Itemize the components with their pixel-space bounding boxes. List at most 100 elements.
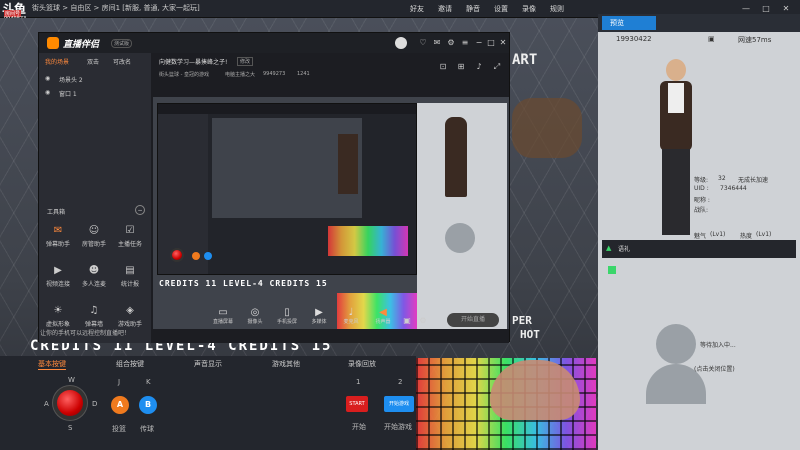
slot-2-label: 2 xyxy=(398,378,403,386)
scene-item-1[interactable]: 场景头 2 xyxy=(59,75,83,84)
network-icon: ▣ xyxy=(708,35,715,43)
popularity-label: 魅气 xyxy=(694,233,707,240)
bell-icon[interactable]: ♪ xyxy=(473,61,485,73)
chat-icon: ▲ xyxy=(606,244,612,252)
lock-icon[interactable]: ⊡ xyxy=(437,61,449,73)
avatar[interactable] xyxy=(395,37,407,49)
menu-friends[interactable]: 好友 xyxy=(410,4,424,14)
tool-phone-cast[interactable]: ▯ 手机投屏 xyxy=(275,307,299,325)
tool-speaker[interactable]: ◀ 扬声器 xyxy=(371,307,395,325)
app-title-bar: 直播伴侣 测试版 ♡ ✉ ⚙ ≡ − □ ✕ xyxy=(39,33,509,53)
settings-gear-icon[interactable]: ⚙ xyxy=(417,315,429,327)
tool-multi-mic[interactable]: ☻ 多人连麦 xyxy=(81,265,107,293)
tool-camera[interactable]: ◎ 摄像头 xyxy=(243,307,267,325)
joystick-button[interactable] xyxy=(57,390,83,416)
gift-icon: ✉ xyxy=(53,225,63,236)
eye-icon[interactable]: ◉ xyxy=(45,89,50,96)
tool-host-task[interactable]: ☑ 主播任务 xyxy=(117,225,143,253)
music-icon: ♫ xyxy=(89,305,99,316)
tab-basic-keys[interactable]: 基本按键 xyxy=(38,359,66,370)
level-label: 等级: xyxy=(694,177,709,184)
mail-icon[interactable]: ✉ xyxy=(431,37,443,49)
edit-title-button[interactable]: 修改 xyxy=(237,57,254,66)
game-art-text: ART xyxy=(512,52,538,68)
right-panel: 预览 19930422 ▣ 网速57ms 等级: 32 无成长加速 UID : … xyxy=(598,14,800,450)
scene-item-2[interactable]: 窗口 1 xyxy=(59,89,77,98)
menu-invite[interactable]: 邀请 xyxy=(438,4,452,14)
stream-title: 向健数学习—暴揍峰之子! xyxy=(159,59,228,66)
start-text: 开始 xyxy=(352,423,366,431)
game-character xyxy=(512,98,582,158)
open-game-button[interactable]: 开始游戏 xyxy=(384,396,414,412)
key-left-label: A xyxy=(44,400,49,408)
app-logo-icon xyxy=(47,37,59,49)
app-maximize-icon[interactable]: □ xyxy=(485,37,497,49)
player-id: 19930422 xyxy=(616,35,652,43)
menu-icon[interactable]: ≡ xyxy=(459,37,471,49)
viewers-count: 1241 xyxy=(297,71,310,77)
tab-combo-keys[interactable]: 组合按键 xyxy=(116,359,144,369)
camera-icon: ◎ xyxy=(250,307,260,318)
key-k-label: K xyxy=(146,378,151,386)
open-text: 开始游戏 xyxy=(384,423,412,431)
tool-multimedia[interactable]: ▶ 多媒体 xyxy=(307,307,331,325)
slot-indicator-icon xyxy=(608,266,616,274)
key-right-label: D xyxy=(92,400,98,408)
pass-label: 传球 xyxy=(140,425,154,433)
start-button[interactable]: START xyxy=(346,396,368,412)
chat-label[interactable]: 语礼 xyxy=(618,244,630,253)
empty-avatar-icon xyxy=(656,324,696,364)
player-row: 19930422 ▣ 网速57ms xyxy=(598,32,800,46)
key-up-label: W xyxy=(68,376,75,384)
tool-microphone[interactable]: ♩ 麦克风 xyxy=(339,307,363,325)
tab-preview[interactable]: 预览 xyxy=(602,16,656,30)
start-live-button[interactable]: 开始直播 xyxy=(447,313,499,327)
stream-app-window: 直播伴侣 测试版 ♡ ✉ ⚙ ≡ − □ ✕ 我的场景 双击 可改名 ◉ 场景头… xyxy=(38,32,510,343)
tool-room-admin[interactable]: ☺ 房管助手 xyxy=(81,225,107,253)
tab-my-scenes[interactable]: 我的场景 xyxy=(45,57,69,66)
uid-label: UID : xyxy=(694,185,709,192)
gift-box-icon[interactable]: ⊞ xyxy=(455,61,467,73)
close-slot-link[interactable]: (点击关闭位置) xyxy=(694,364,735,373)
app-minimize-icon[interactable]: − xyxy=(473,37,485,49)
tool-screen[interactable]: ▭ 直播屏幕 xyxy=(211,307,235,325)
level-value: 32 xyxy=(718,175,726,182)
pass-b-button[interactable]: B xyxy=(139,396,157,414)
stream-preview: CREDITS 11 LEVEL-4 CREDITS 15 xyxy=(153,97,509,329)
expand-icon[interactable]: ⤢ xyxy=(491,61,503,73)
tool-danmu[interactable]: ✉ 弹幕助手 xyxy=(45,225,71,253)
tool-video-link[interactable]: ▶ 视频连接 xyxy=(45,265,71,293)
rank-value: 无成长加速 xyxy=(738,177,769,184)
menu-mute[interactable]: 静音 xyxy=(466,4,480,14)
tab-replay[interactable]: 录像回放 xyxy=(348,359,376,369)
tab-double-click[interactable]: 双击 xyxy=(87,57,99,66)
preview-nested-right xyxy=(417,103,507,329)
heart-icon[interactable]: ♡ xyxy=(417,37,429,49)
task-icon: ☑ xyxy=(125,225,135,236)
tab-rename[interactable]: 可改名 xyxy=(113,57,131,66)
tab-sound-display[interactable]: 声音显示 xyxy=(194,359,222,369)
app-close-icon[interactable]: ✕ xyxy=(497,37,509,49)
toolbox-more-icon[interactable]: − xyxy=(135,205,145,215)
menu-record[interactable]: 录像 xyxy=(522,4,536,14)
empty-slot[interactable]: 等待加入中... (点击关闭位置) xyxy=(602,260,796,450)
popularity-value: (Lv1) xyxy=(710,231,726,238)
video-icon: ▶ xyxy=(54,265,62,276)
version-badge: 测试版 xyxy=(111,39,133,48)
record-icon[interactable]: ▣ xyxy=(401,315,413,327)
slot-1-label: 1 xyxy=(356,378,361,386)
app-status-text: 让你的手机可以远程控制直播吧！ xyxy=(40,330,131,337)
tab-game-other[interactable]: 游戏其他 xyxy=(272,359,300,369)
eye-icon[interactable]: ◉ xyxy=(45,75,50,82)
shoot-a-button[interactable]: A xyxy=(111,396,129,414)
menu-settings[interactable]: 设置 xyxy=(494,4,508,14)
preview-credits: CREDITS 11 LEVEL-4 CREDITS 15 xyxy=(159,279,328,288)
menu-rules[interactable]: 规则 xyxy=(550,4,564,14)
screen-icon: ▭ xyxy=(218,307,228,318)
player-character xyxy=(656,59,696,239)
people-icon: ☻ xyxy=(88,265,100,276)
settings-icon[interactable]: ⚙ xyxy=(445,37,457,49)
tool-stats[interactable]: ▤ 统计报 xyxy=(117,265,143,293)
room-number: 9949273 xyxy=(263,71,286,77)
game-per-text: PER xyxy=(512,314,532,327)
